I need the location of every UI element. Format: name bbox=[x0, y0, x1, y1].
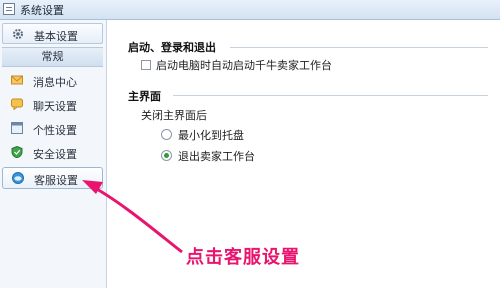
sidebar-item-label: 安全设置 bbox=[33, 148, 77, 161]
sidebar-item-personal-settings[interactable]: 个性设置 bbox=[2, 118, 103, 139]
title-bar: 系统设置 bbox=[0, 0, 500, 20]
minimize-to-tray-label: 最小化到托盘 bbox=[178, 129, 244, 142]
sidebar-item-message-center[interactable]: 消息中心 bbox=[2, 70, 103, 91]
annotation-text: 点击客服设置 bbox=[186, 247, 300, 268]
section-title-startup: 启动、登录和退出 bbox=[128, 41, 216, 54]
sidebar-item-label: 消息中心 bbox=[33, 76, 77, 89]
section-divider bbox=[230, 47, 488, 48]
exit-workbench-label: 退出卖家工作台 bbox=[178, 150, 255, 163]
sidebar-item-security-settings[interactable]: 安全设置 bbox=[2, 142, 103, 163]
sidebar-section-header: 常规 bbox=[2, 47, 103, 67]
sidebar-item-label: 聊天设置 bbox=[33, 100, 77, 113]
section-title-main-ui: 主界面 bbox=[128, 90, 161, 103]
auto-start-label: 启动电脑时自动启动千牛卖家工作台 bbox=[156, 59, 332, 72]
chat-bubble-icon bbox=[11, 98, 23, 110]
sidebar-item-basic-settings[interactable]: 基本设置 bbox=[2, 23, 103, 44]
sidebar-item-customer-service[interactable]: 客服设置 bbox=[2, 167, 103, 189]
settings-panel: 启动、登录和退出 启动电脑时自动启动千牛卖家工作台 主界面 关闭主界面后 最小化… bbox=[110, 20, 500, 288]
minimize-to-tray-radio[interactable] bbox=[161, 129, 172, 140]
auto-start-checkbox[interactable] bbox=[141, 60, 151, 70]
sidebar-item-label: 客服设置 bbox=[34, 174, 78, 187]
window-title: 系统设置 bbox=[20, 4, 64, 17]
sidebar-item-label: 个性设置 bbox=[33, 124, 77, 137]
gear-icon bbox=[13, 29, 23, 39]
window-icon bbox=[11, 122, 23, 134]
sidebar-item-label: 基本设置 bbox=[34, 30, 78, 43]
shield-icon bbox=[11, 146, 23, 158]
close-main-ui-label: 关闭主界面后 bbox=[141, 109, 207, 122]
exit-workbench-radio[interactable] bbox=[161, 150, 172, 161]
window-icon bbox=[3, 3, 15, 15]
section-divider bbox=[173, 95, 488, 96]
envelope-icon bbox=[11, 75, 23, 85]
customer-service-icon bbox=[12, 172, 24, 184]
sidebar-item-chat-settings[interactable]: 聊天设置 bbox=[2, 94, 103, 115]
sidebar: 基本设置 常规 消息中心 聊天设置 个性设置 安全设置 客服设置 bbox=[0, 20, 107, 288]
